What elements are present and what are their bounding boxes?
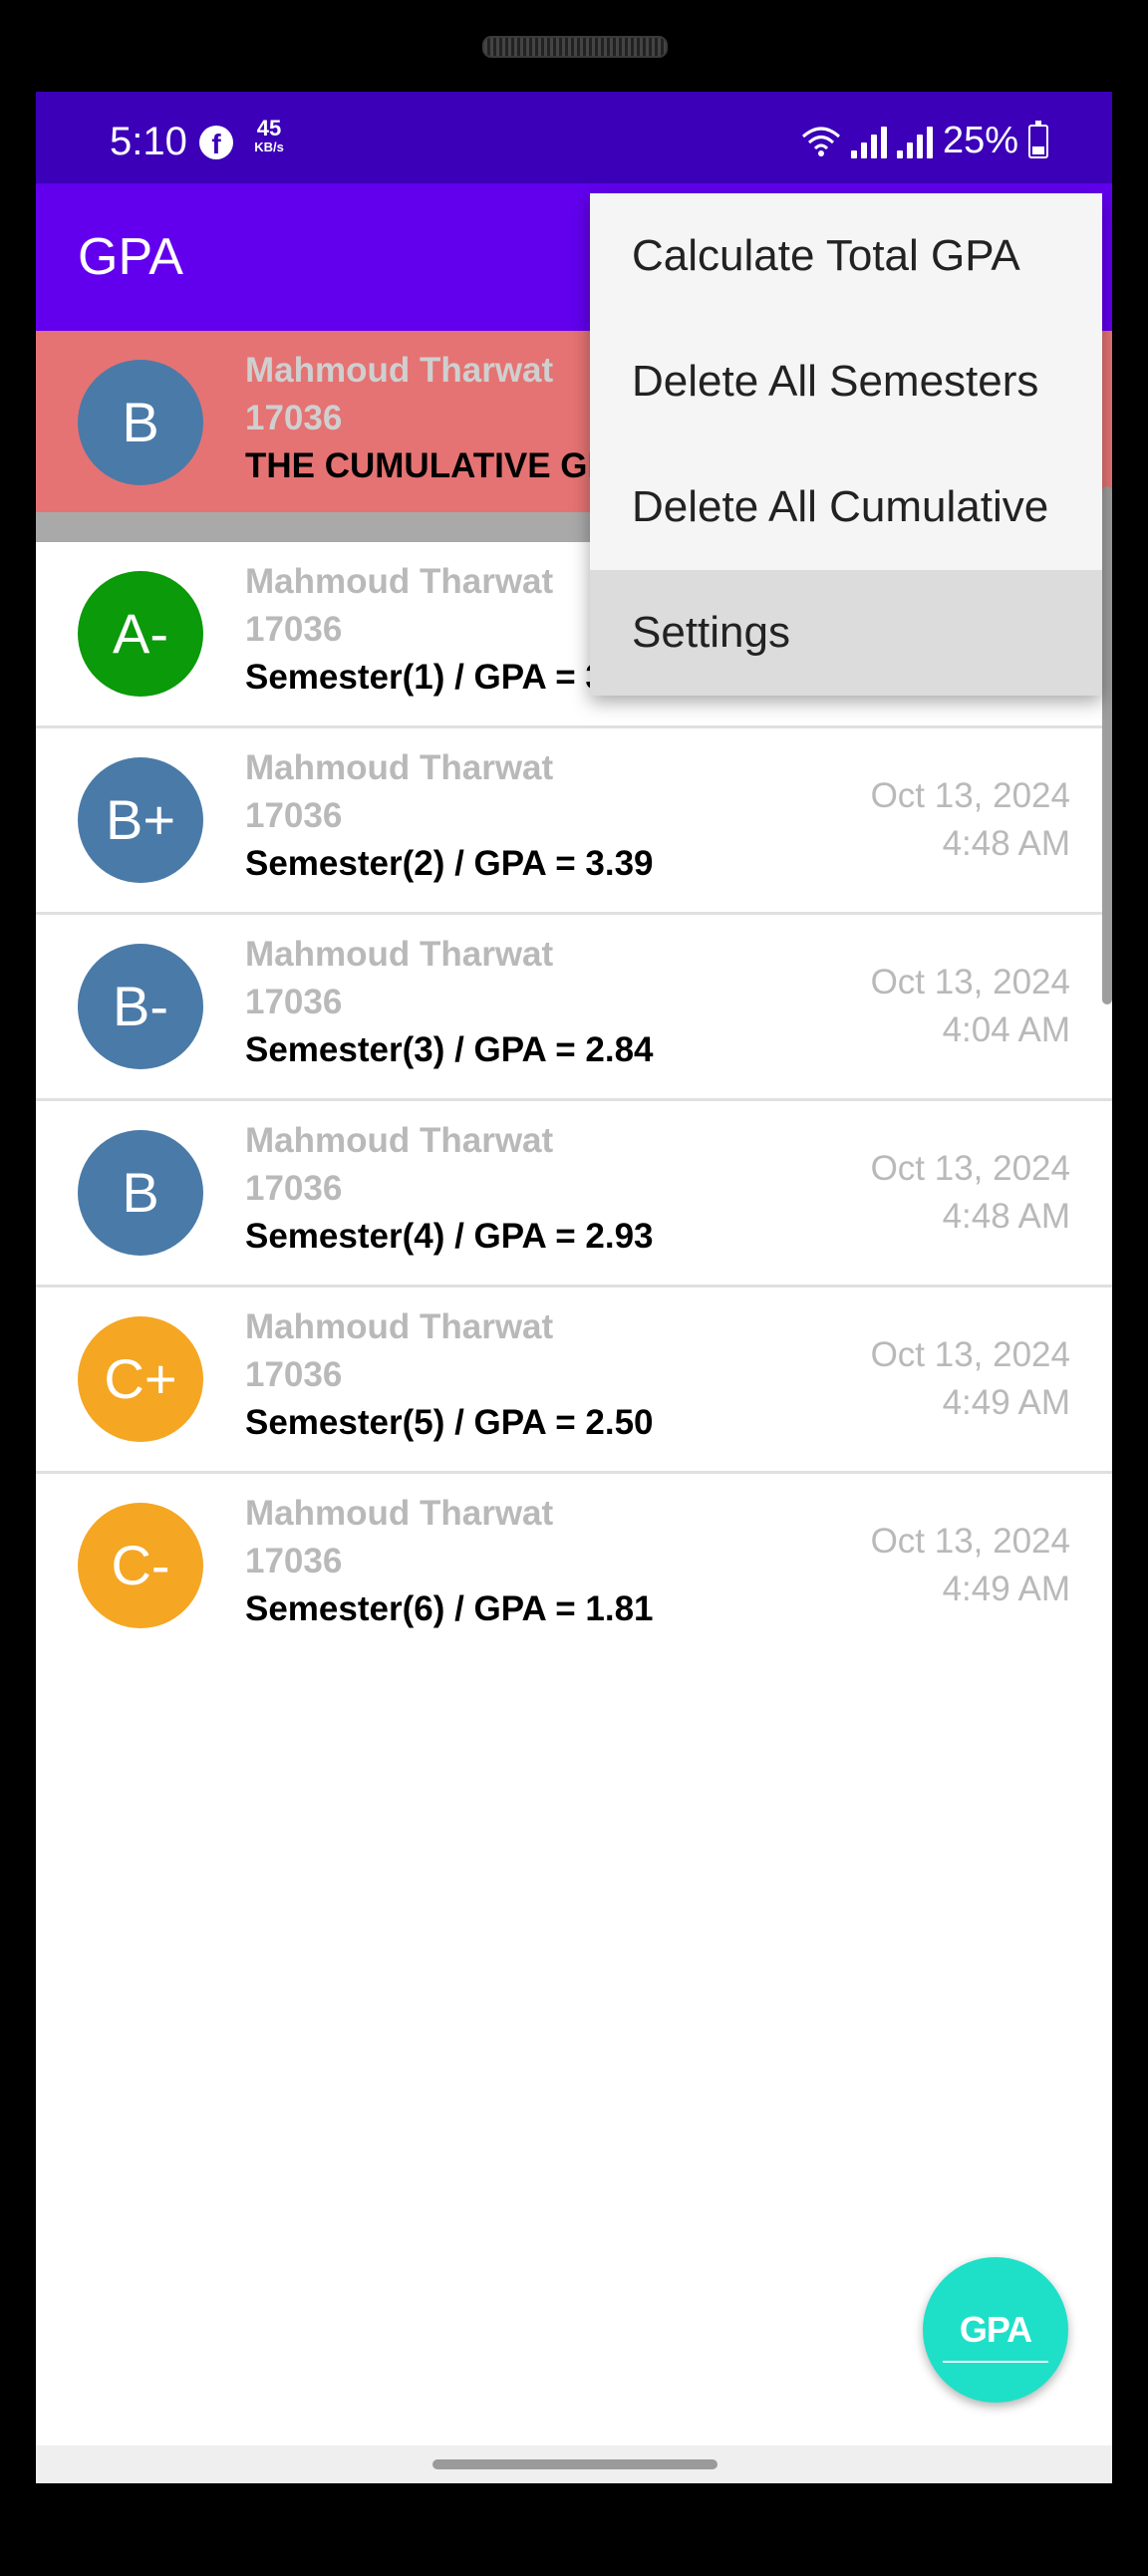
phone-frame: 5:10 f 45 KB/s 25% GPA B Mahmoud Tharwat… bbox=[0, 0, 1148, 2576]
battery-icon bbox=[1028, 120, 1048, 158]
semester-gpa: Semester(6) / GPA = 1.81 bbox=[245, 1589, 654, 1628]
menu-item-delete-all-semesters[interactable]: Delete All Semesters bbox=[590, 319, 1102, 444]
gesture-nav-bar bbox=[36, 2445, 1112, 2483]
app-title: GPA bbox=[78, 228, 183, 286]
semester-gpa: Semester(5) / GPA = 2.50 bbox=[245, 1403, 654, 1442]
grade-avatar: B bbox=[78, 360, 203, 485]
entry-date: Oct 13, 2024 bbox=[870, 1522, 1070, 1561]
wifi-icon bbox=[801, 127, 840, 156]
menu-item-settings[interactable]: Settings bbox=[590, 570, 1102, 696]
student-id: 17036 bbox=[245, 796, 343, 835]
student-name: Mahmoud Tharwat bbox=[245, 1121, 554, 1160]
student-name: Mahmoud Tharwat bbox=[245, 562, 554, 601]
grade-avatar: C- bbox=[78, 1503, 203, 1628]
menu-item-calculate-total-gpa[interactable]: Calculate Total GPA bbox=[590, 193, 1102, 319]
entry-time: 4:04 AM bbox=[942, 1010, 1070, 1049]
student-name: Mahmoud Tharwat bbox=[245, 748, 554, 787]
network-speed-value: 45 bbox=[256, 116, 282, 141]
entry-timestamp: Oct 13, 2024 4:48 AM bbox=[871, 772, 1070, 868]
grade-avatar: A- bbox=[78, 571, 203, 697]
list-item[interactable]: B+ Mahmoud Tharwat 17036 Semester(2) / G… bbox=[36, 728, 1112, 915]
student-id: 17036 bbox=[245, 983, 343, 1021]
network-speed-unit: KB/s bbox=[254, 140, 284, 154]
entry-timestamp: Oct 13, 2024 4:48 AM bbox=[871, 1145, 1070, 1241]
signal-icon-2 bbox=[896, 125, 933, 158]
list-item[interactable]: C+ Mahmoud Tharwat 17036 Semester(5) / G… bbox=[36, 1288, 1112, 1474]
semester-gpa: Semester(4) / GPA = 2.93 bbox=[245, 1217, 654, 1256]
entry-date: Oct 13, 2024 bbox=[870, 1335, 1070, 1374]
entry-date: Oct 13, 2024 bbox=[870, 963, 1070, 1002]
home-handle[interactable] bbox=[432, 2459, 718, 2469]
signal-icon bbox=[850, 125, 887, 158]
menu-item-delete-all-cumulative[interactable]: Delete All Cumulative bbox=[590, 444, 1102, 570]
student-name: Mahmoud Tharwat bbox=[245, 351, 554, 390]
student-name: Mahmoud Tharwat bbox=[245, 1307, 554, 1346]
student-id: 17036 bbox=[245, 1542, 343, 1580]
semester-gpa: Semester(2) / GPA = 3.39 bbox=[245, 844, 654, 883]
student-id: 17036 bbox=[245, 610, 343, 649]
entry-timestamp: Oct 13, 2024 4:04 AM bbox=[871, 959, 1070, 1054]
fab-underline bbox=[943, 2361, 1048, 2363]
entry-time: 4:48 AM bbox=[942, 1197, 1070, 1236]
student-id: 17036 bbox=[245, 1169, 343, 1208]
semester-gpa: Semester(1) / GPA = 3. bbox=[245, 658, 615, 697]
student-id: 17036 bbox=[245, 399, 343, 437]
facebook-icon: f bbox=[199, 126, 233, 159]
scrollbar-thumb[interactable] bbox=[1102, 486, 1112, 1004]
battery-percent: 25% bbox=[942, 120, 1018, 161]
list-item[interactable]: B- Mahmoud Tharwat 17036 Semester(3) / G… bbox=[36, 915, 1112, 1101]
app-screen: 5:10 f 45 KB/s 25% GPA B Mahmoud Tharwat… bbox=[36, 92, 1112, 2483]
entry-time: 4:49 AM bbox=[942, 1570, 1070, 1608]
fab-label: GPA bbox=[959, 2309, 1032, 2350]
status-time: 5:10 bbox=[110, 120, 187, 163]
cumulative-title: THE CUMULATIVE GP bbox=[245, 446, 611, 485]
status-right-group: 25% bbox=[801, 120, 1048, 162]
entry-date: Oct 13, 2024 bbox=[870, 776, 1070, 815]
grade-avatar: C+ bbox=[78, 1316, 203, 1442]
grade-avatar: B bbox=[78, 1130, 203, 1256]
entry-timestamp: Oct 13, 2024 4:49 AM bbox=[871, 1331, 1070, 1427]
student-name: Mahmoud Tharwat bbox=[245, 935, 554, 974]
phone-speaker bbox=[482, 36, 668, 58]
list-item[interactable]: B Mahmoud Tharwat 17036 Semester(4) / GP… bbox=[36, 1101, 1112, 1288]
entry-timestamp: Oct 13, 2024 4:49 AM bbox=[871, 1518, 1070, 1613]
network-speed: 45 KB/s bbox=[249, 116, 289, 154]
entry-date: Oct 13, 2024 bbox=[870, 1149, 1070, 1188]
gpa-fab-button[interactable]: GPA bbox=[923, 2257, 1068, 2403]
list-item[interactable]: C- Mahmoud Tharwat 17036 Semester(6) / G… bbox=[36, 1474, 1112, 1657]
entry-time: 4:49 AM bbox=[942, 1383, 1070, 1422]
semester-gpa: Semester(3) / GPA = 2.84 bbox=[245, 1030, 654, 1069]
student-name: Mahmoud Tharwat bbox=[245, 1494, 554, 1533]
grade-avatar: B+ bbox=[78, 757, 203, 883]
status-bar: 5:10 f 45 KB/s 25% bbox=[36, 92, 1112, 183]
entry-time: 4:48 AM bbox=[942, 824, 1070, 863]
student-id: 17036 bbox=[245, 1355, 343, 1394]
overflow-menu: Calculate Total GPA Delete All Semesters… bbox=[590, 193, 1102, 696]
grade-avatar: B- bbox=[78, 944, 203, 1069]
